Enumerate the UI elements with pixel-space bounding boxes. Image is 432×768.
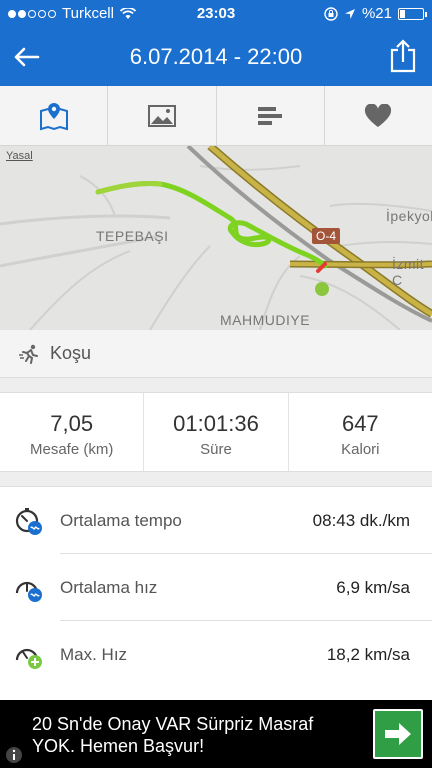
start-marker xyxy=(315,282,329,296)
distance-label: Mesafe (km) xyxy=(29,441,114,458)
route-map[interactable]: Yasal TEPEBAŞI MAHMUDIYE İpekyol İzmit C… xyxy=(0,146,432,330)
stat-distance: 7,05 Mesafe (km) xyxy=(0,393,145,471)
avg-pace-label: Ortalama tempo xyxy=(60,511,182,530)
legal-link[interactable]: Yasal xyxy=(6,150,33,162)
map-label-tepebasi: TEPEBAŞI xyxy=(96,228,169,244)
map-label-mahmudiye: MAHMUDIYE xyxy=(220,312,311,328)
avg-speed-value: 6,9 km/sa xyxy=(336,578,410,597)
route-path xyxy=(95,181,328,269)
map-label-izmit: İzmit C xyxy=(392,256,425,288)
detail-tabs xyxy=(0,86,432,146)
details-list: Ortalama tempo 08:43 dk./km Ortalama hız… xyxy=(0,486,432,700)
page-title: 6.07.2014 - 22:00 xyxy=(129,44,303,69)
arrow-right-icon xyxy=(385,723,411,745)
map-canvas xyxy=(0,146,432,330)
max-speed-label: Max. Hız xyxy=(60,645,128,664)
speed-icon xyxy=(15,581,42,602)
activity-type-label: Koşu xyxy=(50,343,92,363)
max-speed-icon xyxy=(15,648,42,669)
stat-calories: 647 Kalori xyxy=(289,393,432,471)
calories-value: 647 xyxy=(341,411,379,436)
tab-map[interactable] xyxy=(0,86,109,145)
duration-value: 01:01:36 xyxy=(173,411,259,436)
map-label-ipekyol: İpekyol xyxy=(386,208,432,224)
tab-photos[interactable] xyxy=(108,86,217,145)
nav-bar: 6.07.2014 - 22:00 xyxy=(0,28,432,86)
location-arrow-icon xyxy=(344,8,355,19)
image-icon xyxy=(147,104,176,127)
battery-icon xyxy=(398,7,427,20)
max-speed-value: 18,2 km/sa xyxy=(326,645,410,664)
ad-go-button[interactable] xyxy=(373,709,423,759)
summary-stats: 7,05 Mesafe (km) 01:01:36 Süre 647 Kalor… xyxy=(0,392,432,472)
detail-row-avg-pace: Ortalama tempo 08:43 dk./km xyxy=(0,487,432,553)
info-icon[interactable] xyxy=(5,746,23,764)
avg-pace-value: 08:43 dk./km xyxy=(312,511,410,530)
stat-duration: 01:01:36 Süre xyxy=(144,393,289,471)
running-icon xyxy=(19,344,38,364)
tab-splits[interactable] xyxy=(217,86,325,145)
distance-value: 7,05 xyxy=(50,411,94,436)
detail-row-max-speed: Max. Hız 18,2 km/sa xyxy=(0,621,432,687)
ad-banner[interactable]: 20 Sn'de Onay VAR Sürpriz Masraf YOK. He… xyxy=(0,700,432,768)
status-bar: Turkcell 23:03 %21 xyxy=(0,0,432,28)
rotation-lock-icon xyxy=(324,6,338,21)
calories-label: Kalori xyxy=(341,441,380,458)
tab-favorite[interactable] xyxy=(325,86,432,145)
avg-speed-label: Ortalama hız xyxy=(60,578,158,597)
duration-label: Süre xyxy=(200,441,232,458)
splits-icon xyxy=(258,106,283,125)
ad-text: 20 Sn'de Onay VAR Sürpriz Masraf YOK. He… xyxy=(32,714,314,756)
detail-row-avg-speed: Ortalama hız 6,9 km/sa xyxy=(0,554,432,620)
pace-icon xyxy=(15,508,42,535)
activity-type-row[interactable]: Koşu xyxy=(0,330,432,378)
map-icon xyxy=(39,102,68,130)
road-badge: O-4 xyxy=(312,228,341,244)
battery-percent: %21 xyxy=(361,5,392,22)
share-icon[interactable] xyxy=(388,38,418,74)
heart-icon xyxy=(365,103,392,127)
